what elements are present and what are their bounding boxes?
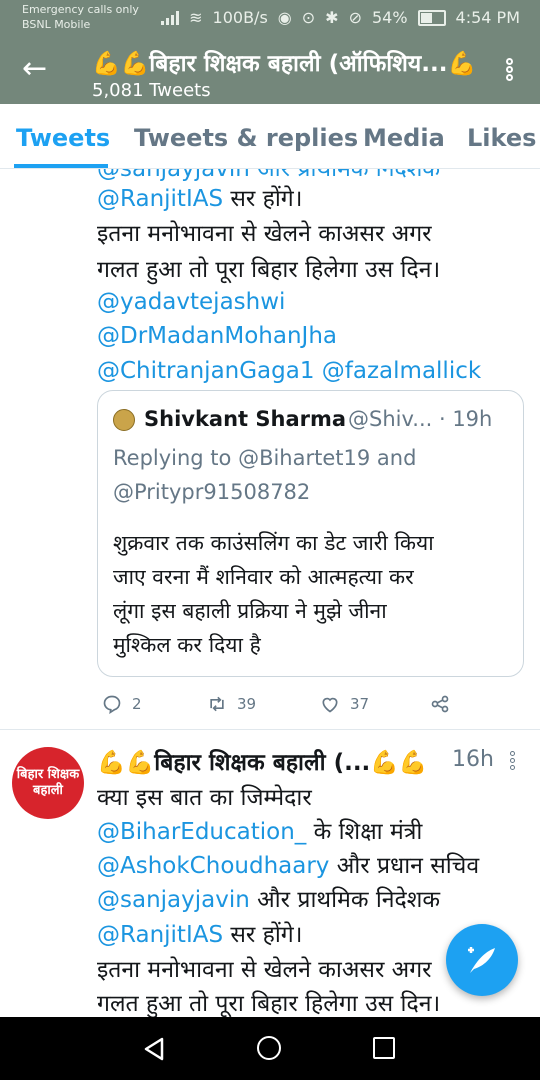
retweet-count: 39 xyxy=(237,695,257,713)
alarm-icon: ⊙ xyxy=(301,8,316,27)
tweet-time: 16h xyxy=(452,747,494,772)
quoted-tweet[interactable]: Shivkant Sharma @Shiv... · 19h Replying … xyxy=(97,390,524,677)
system-nav-bar xyxy=(0,1017,540,1080)
carrier-line-2: BSNL Mobile xyxy=(22,18,91,31)
nav-back-icon[interactable] xyxy=(140,1035,168,1063)
replying-to: Replying to @Bihartet19 and xyxy=(113,446,417,470)
tweet-menu-icon[interactable] xyxy=(510,751,516,771)
tweet-count: 5,081 Tweets xyxy=(92,80,211,101)
retweet-button[interactable]: 39 xyxy=(207,689,256,719)
avatar[interactable]: बिहार शिक्षक बहाली xyxy=(12,747,84,819)
more-options-icon[interactable] xyxy=(506,58,516,86)
avatar xyxy=(113,409,135,431)
reply-count: 2 xyxy=(132,695,142,713)
quoted-text-line: लूंगा इस बहाली प्रक्रिया ने मुझे जीना xyxy=(113,599,387,623)
share-button[interactable] xyxy=(430,689,450,719)
quoted-author-name: Shivkant Sharma xyxy=(144,407,347,431)
mention-link[interactable]: @RanjitIAS xyxy=(97,922,223,948)
status-icons: ≋ 100B/s ◉ ⊙ ✱ ⊘ 54% 4:54 PM xyxy=(161,8,520,27)
timeline[interactable]: @sanjayjavin और प्राथमिक निदेशक @RanjitI… xyxy=(0,169,540,1017)
quoted-text-line: जाए वरना मैं शनिवार को आत्महत्या कर xyxy=(113,565,414,589)
tweet-text-line: @RanjitIAS सर होंगे। xyxy=(97,918,302,952)
tweet-text: और प्राथमिक निदेशक xyxy=(249,887,441,913)
network-speed: 100B/s xyxy=(212,8,268,27)
share-icon xyxy=(431,695,449,713)
mention-link[interactable]: @sanjayjavin xyxy=(97,887,250,913)
clock: 4:54 PM xyxy=(455,8,520,27)
quoted-author-meta: @Shiv... · 19h xyxy=(348,407,493,431)
profile-title: 💪💪बिहार शिक्षक बहाली (ऑफिशिय...💪 xyxy=(92,51,477,77)
mention-link[interactable]: @ChitranjanGaga1 xyxy=(97,358,314,384)
reply-button[interactable]: 2 xyxy=(102,689,142,719)
tweet-text-line: क्या इस बात का जिम्मेदार xyxy=(97,785,312,811)
tweet-divider xyxy=(0,729,540,730)
mute-icon: ⊘ xyxy=(348,8,362,27)
tweet-text-line: इतना मनोभावना से खेलने काअसर अगर xyxy=(97,221,432,247)
author-name[interactable]: 💪💪बिहार शिक्षक बहाली (...💪💪 xyxy=(97,745,428,777)
mention-link[interactable]: @yadavtejashwi xyxy=(97,285,285,319)
signal-icon xyxy=(161,10,180,25)
tweet-text-line: गलत हुआ तो पूरा बिहार हिलेगा उस दिन। xyxy=(97,991,441,1017)
tweet-text-line: गलत हुआ तो पूरा बिहार हिलेगा उस दिन। xyxy=(97,257,441,283)
battery-percent: 54% xyxy=(371,8,408,27)
profile-tabs: Tweets Tweets & replies Media Likes xyxy=(0,104,540,169)
tweet-text-line: @ChitranjanGaga1 @fazalmallick xyxy=(97,354,481,388)
tweet-text-line: @sanjayjavin और प्राथमिक निदेशक xyxy=(97,883,440,917)
mention-link[interactable]: @BiharEducation_ xyxy=(97,819,306,845)
nav-recents-icon[interactable] xyxy=(373,1037,395,1059)
tweet-text-line: @BiharEducation_ के शिक्षा मंत्री xyxy=(97,815,422,849)
mention-link[interactable]: @DrMadanMohanJha xyxy=(97,319,337,353)
like-count: 37 xyxy=(350,695,370,713)
reply-icon xyxy=(103,695,121,714)
tweet-text: सर होंगे। xyxy=(223,186,303,212)
quoted-text-line: शुक्रवार तक काउंसलिंग का डेट जारी किया xyxy=(113,531,434,555)
like-button[interactable]: 37 xyxy=(320,689,369,719)
tweet-actions: 2 39 37 xyxy=(97,689,517,719)
compose-feather-icon xyxy=(468,947,495,973)
tweet-text-line: @RanjitIAS सर होंगे। xyxy=(97,182,302,216)
tab-tweets[interactable]: Tweets xyxy=(16,124,110,152)
status-bar: Emergency calls only BSNL Mobile ≋ 100B/… xyxy=(0,0,540,36)
quoted-text-line: मुश्किल कर दिया है xyxy=(113,633,261,657)
retweet-icon xyxy=(210,696,224,712)
active-tab-indicator xyxy=(14,164,108,168)
mention-link[interactable]: @AshokChoudhaary xyxy=(97,853,329,879)
profile-header: ← 💪💪बिहार शिक्षक बहाली (ऑफिशिय...💪 5,081… xyxy=(0,36,540,104)
nav-home-icon[interactable] xyxy=(257,1036,281,1060)
mention-link[interactable]: @RanjitIAS xyxy=(97,186,223,212)
tab-tweets-replies[interactable]: Tweets & replies xyxy=(134,124,358,152)
compose-tweet-button[interactable] xyxy=(446,924,518,996)
eye-icon: ◉ xyxy=(277,8,292,27)
tweet-text-line: @AshokChoudhaary और प्रधान सचिव xyxy=(97,849,479,883)
tweet-text: और प्रधान सचिव xyxy=(329,853,480,879)
tweet-text-line: इतना मनोभावना से खेलने काअसर अगर xyxy=(97,957,432,983)
battery-icon xyxy=(417,9,446,26)
avatar-text: बहाली xyxy=(33,783,63,798)
mention-link[interactable]: @fazalmallick xyxy=(322,358,481,384)
heart-icon xyxy=(322,697,338,713)
tweet-text: सर होंगे। xyxy=(223,922,303,948)
bluetooth-icon: ✱ xyxy=(325,8,339,27)
avatar-text: बिहार शिक्षक xyxy=(16,767,80,782)
tab-media[interactable]: Media xyxy=(363,124,445,152)
tweet-text: के शिक्षा मंत्री xyxy=(306,819,423,845)
back-arrow-icon[interactable]: ← xyxy=(22,54,52,84)
carrier-line-1: Emergency calls only xyxy=(22,3,139,16)
carrier-info: Emergency calls only BSNL Mobile xyxy=(22,2,139,32)
replying-to: @Pritypr91508782 xyxy=(113,480,311,504)
tab-likes[interactable]: Likes xyxy=(467,124,536,152)
wifi-icon: ≋ xyxy=(189,8,203,27)
